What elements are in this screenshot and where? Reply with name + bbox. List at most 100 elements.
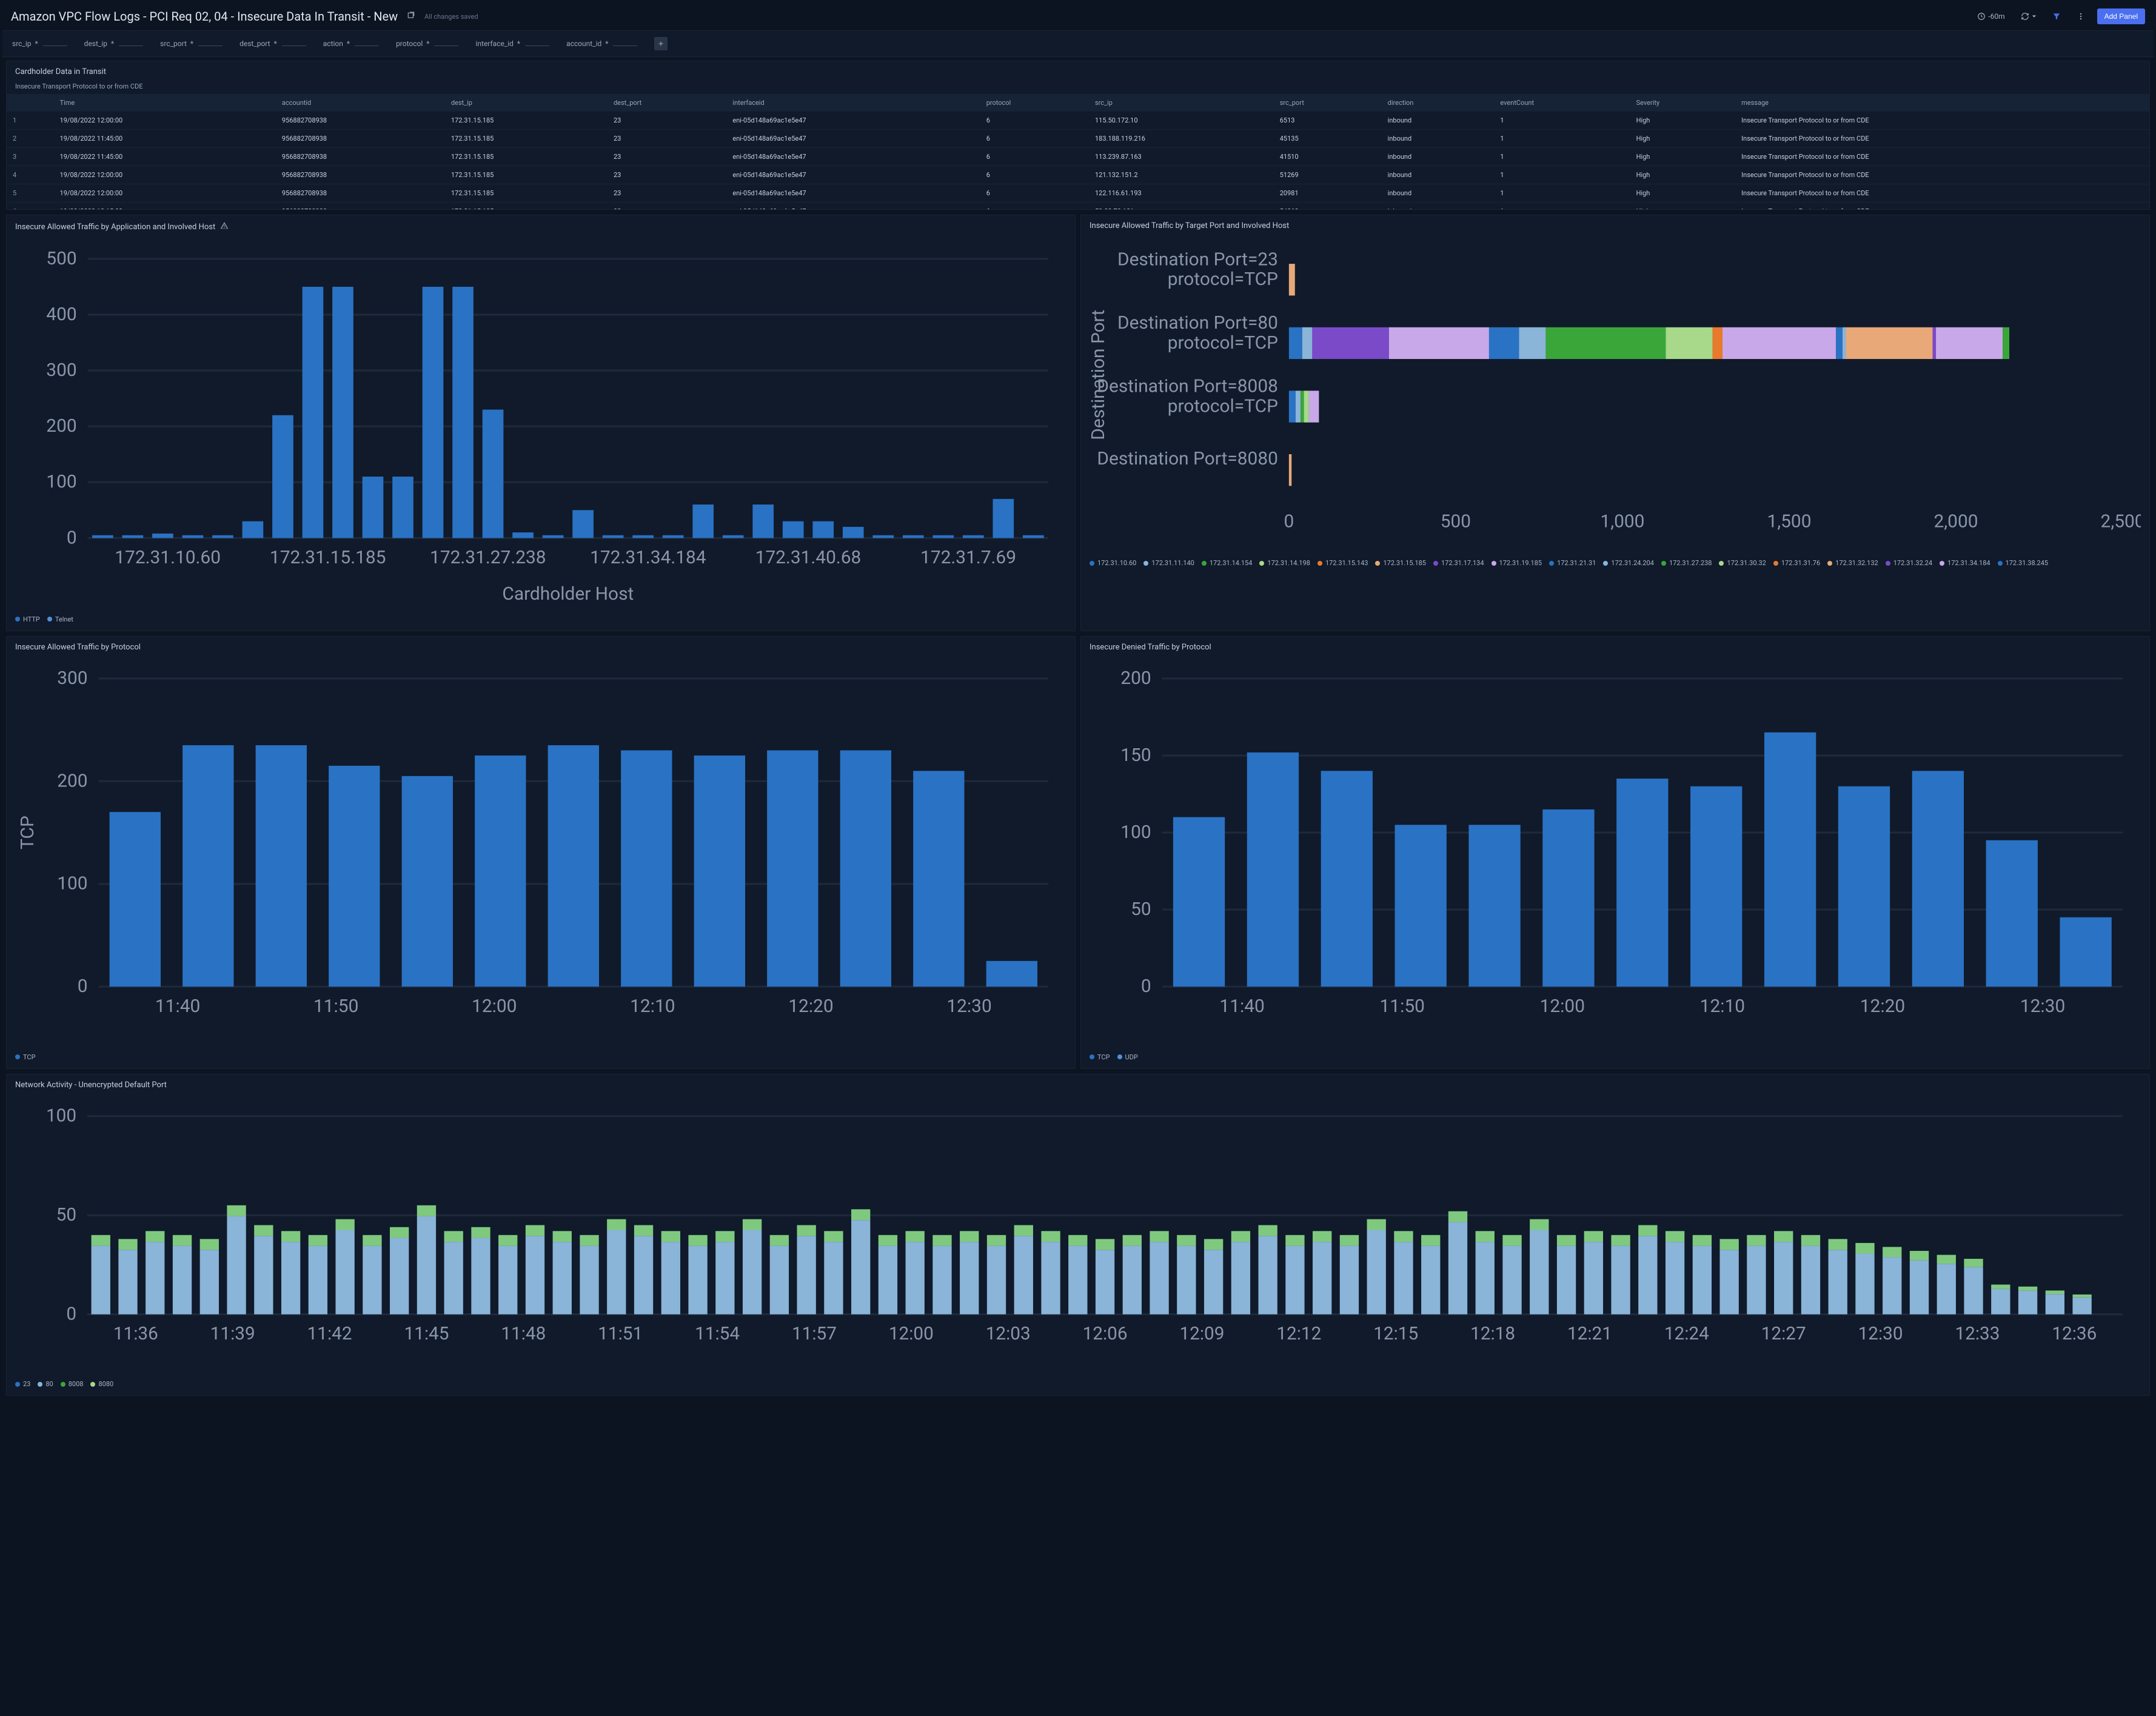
add-filter-button[interactable] bbox=[654, 37, 668, 50]
cell-dest_ip: 172.31.15.185 bbox=[445, 166, 608, 184]
filter-src_ip[interactable]: src_ip * bbox=[12, 39, 67, 48]
cell-interfaceid: eni-05d148a69ac1e5e47 bbox=[726, 112, 980, 130]
table-row[interactable]: 419/08/2022 12:00:00956882708938172.31.1… bbox=[7, 166, 2149, 184]
legend-item[interactable]: 172.31.24.204 bbox=[1603, 559, 1654, 567]
column-header[interactable]: protocol bbox=[980, 94, 1089, 112]
cell-time: 19/08/2022 12:00:00 bbox=[54, 112, 276, 130]
column-header[interactable]: Severity bbox=[1630, 94, 1736, 112]
time-range-selector[interactable]: -60m bbox=[1974, 10, 2008, 23]
table-scroll[interactable]: Timeaccountiddest_ipdest_portinterfaceid… bbox=[7, 94, 2149, 209]
svg-text:Destination Port=8008: Destination Port=8008 bbox=[1097, 376, 1278, 397]
column-header[interactable]: interfaceid bbox=[726, 94, 980, 112]
svg-text:172.31.34.184: 172.31.34.184 bbox=[590, 547, 706, 568]
filter-button[interactable] bbox=[2049, 10, 2064, 23]
filter-interface_id[interactable]: interface_id * bbox=[475, 39, 549, 48]
filter-src_port[interactable]: src_port * bbox=[160, 39, 223, 48]
legend-item[interactable]: TCP bbox=[1090, 1053, 1110, 1061]
table-row[interactable]: 219/08/2022 11:45:00956882708938172.31.1… bbox=[7, 130, 2149, 148]
legend-item[interactable]: UDP bbox=[1117, 1053, 1138, 1061]
column-header[interactable]: accountid bbox=[276, 94, 445, 112]
legend-item[interactable]: 172.31.19.185 bbox=[1491, 559, 1542, 567]
cell-direction: inbound bbox=[1382, 203, 1495, 210]
legend-item[interactable]: 172.31.10.60 bbox=[1090, 559, 1136, 567]
svg-text:11:50: 11:50 bbox=[313, 996, 358, 1017]
legend-label: 172.31.10.60 bbox=[1097, 559, 1136, 567]
svg-text:Cardholder Host: Cardholder Host bbox=[502, 583, 634, 603]
svg-text:1,500: 1,500 bbox=[1767, 511, 1811, 532]
cell-dest_port: 23 bbox=[608, 203, 726, 210]
column-header[interactable]: Time bbox=[54, 94, 276, 112]
legend-item[interactable]: 8080 bbox=[90, 1380, 113, 1388]
svg-text:100: 100 bbox=[57, 873, 87, 894]
cell-interfaceid: eni-05d148a69ac1e5e47 bbox=[726, 203, 980, 210]
table-row[interactable]: 119/08/2022 12:00:00956882708938172.31.1… bbox=[7, 112, 2149, 130]
filter-action[interactable]: action * bbox=[323, 39, 379, 48]
legend-item[interactable]: 172.31.27.238 bbox=[1661, 559, 1712, 567]
column-header[interactable]: dest_port bbox=[608, 94, 726, 112]
legend-item[interactable]: 23 bbox=[15, 1380, 30, 1388]
bar-chart[interactable]: 010020030011:4011:5012:0012:1012:2012:30… bbox=[15, 660, 1066, 1041]
filter-label: interface_id bbox=[475, 39, 513, 48]
legend-item[interactable]: 8008 bbox=[61, 1380, 84, 1388]
legend-item[interactable]: 172.31.21.31 bbox=[1549, 559, 1596, 567]
kebab-icon bbox=[2077, 12, 2085, 21]
panel-title: Network Activity - Unencrypted Default P… bbox=[7, 1074, 2149, 1096]
filter-account_id[interactable]: account_id * bbox=[566, 39, 637, 48]
legend-item[interactable]: HTTP bbox=[15, 615, 40, 623]
svg-text:300: 300 bbox=[46, 360, 76, 381]
svg-text:200: 200 bbox=[46, 415, 76, 437]
legend-item[interactable]: Telnet bbox=[47, 615, 73, 623]
cell-protocol: 6 bbox=[980, 130, 1089, 148]
svg-text:11:54: 11:54 bbox=[695, 1323, 740, 1344]
column-header[interactable]: src_port bbox=[1274, 94, 1382, 112]
bar-chart[interactable]: 05010015020011:4011:5012:0012:1012:2012:… bbox=[1090, 660, 2141, 1041]
legend-item[interactable]: 172.31.32.24 bbox=[1886, 559, 1932, 567]
filter-dest_ip[interactable]: dest_ip * bbox=[84, 39, 144, 48]
cell-time: 19/08/2022 12:15:00 bbox=[54, 203, 276, 210]
legend-item[interactable]: 172.31.15.185 bbox=[1375, 559, 1426, 567]
table-row[interactable]: 619/08/2022 12:15:00956882708938172.31.1… bbox=[7, 203, 2149, 210]
legend-item[interactable]: 172.31.30.32 bbox=[1719, 559, 1766, 567]
cell-dest_ip: 172.31.15.185 bbox=[445, 112, 608, 130]
legend-label: 23 bbox=[23, 1380, 30, 1388]
legend-item[interactable]: 172.31.15.143 bbox=[1317, 559, 1368, 567]
hbar-chart[interactable]: Destination Port=23protocol=TCPDestinati… bbox=[1090, 239, 2141, 547]
legend-item[interactable]: 172.31.14.154 bbox=[1202, 559, 1253, 567]
svg-text:11:36: 11:36 bbox=[113, 1323, 158, 1344]
svg-text:12:00: 12:00 bbox=[1540, 996, 1585, 1017]
svg-text:12:24: 12:24 bbox=[1664, 1323, 1709, 1344]
legend-item[interactable]: 172.31.31.76 bbox=[1773, 559, 1820, 567]
legend-item[interactable]: 172.31.32.132 bbox=[1827, 559, 1878, 567]
panel-cardholder-data-in-transit: Cardholder Data in Transit Insecure Tran… bbox=[6, 61, 2150, 210]
legend-label: 172.31.32.24 bbox=[1893, 559, 1932, 567]
legend-item[interactable]: 172.31.34.184 bbox=[1940, 559, 1990, 567]
add-panel-button[interactable]: Add Panel bbox=[2097, 8, 2145, 24]
refresh-button[interactable] bbox=[2017, 10, 2040, 23]
bar-chart[interactable]: 05010011:3611:3911:4211:4511:4811:5111:5… bbox=[15, 1098, 2141, 1369]
cell-dest_ip: 172.31.15.185 bbox=[445, 184, 608, 203]
legend-item[interactable]: 172.31.14.198 bbox=[1259, 559, 1310, 567]
cell-eventCount: 1 bbox=[1494, 112, 1630, 130]
legend-item[interactable]: 80 bbox=[38, 1380, 53, 1388]
column-header[interactable]: direction bbox=[1382, 94, 1495, 112]
svg-text:protocol=TCP: protocol=TCP bbox=[1168, 396, 1278, 417]
table-row[interactable]: 319/08/2022 11:45:00956882708938172.31.1… bbox=[7, 148, 2149, 166]
cell-src_ip: 59.23.78.181 bbox=[1089, 203, 1274, 210]
column-header[interactable]: message bbox=[1735, 94, 2149, 112]
column-header[interactable]: src_ip bbox=[1089, 94, 1274, 112]
more-menu[interactable] bbox=[2073, 10, 2089, 23]
svg-text:12:18: 12:18 bbox=[1470, 1323, 1515, 1344]
bar-chart[interactable]: 0100200300400500172.31.10.60172.31.15.18… bbox=[15, 241, 1066, 603]
column-header[interactable]: eventCount bbox=[1494, 94, 1630, 112]
legend-item[interactable]: 172.31.11.140 bbox=[1143, 559, 1194, 567]
column-header[interactable] bbox=[7, 94, 54, 112]
column-header[interactable]: dest_ip bbox=[445, 94, 608, 112]
table-row[interactable]: 519/08/2022 12:00:00956882708938172.31.1… bbox=[7, 184, 2149, 203]
legend-item[interactable]: 172.31.17.134 bbox=[1433, 559, 1484, 567]
filter-protocol[interactable]: protocol * bbox=[396, 39, 458, 48]
filter-dest_port[interactable]: dest_port * bbox=[239, 39, 306, 48]
share-icon[interactable] bbox=[406, 11, 416, 22]
legend-item[interactable]: TCP bbox=[15, 1053, 36, 1061]
legend-item[interactable]: 172.31.38.245 bbox=[1998, 559, 2049, 567]
svg-text:2,000: 2,000 bbox=[1934, 511, 1978, 532]
